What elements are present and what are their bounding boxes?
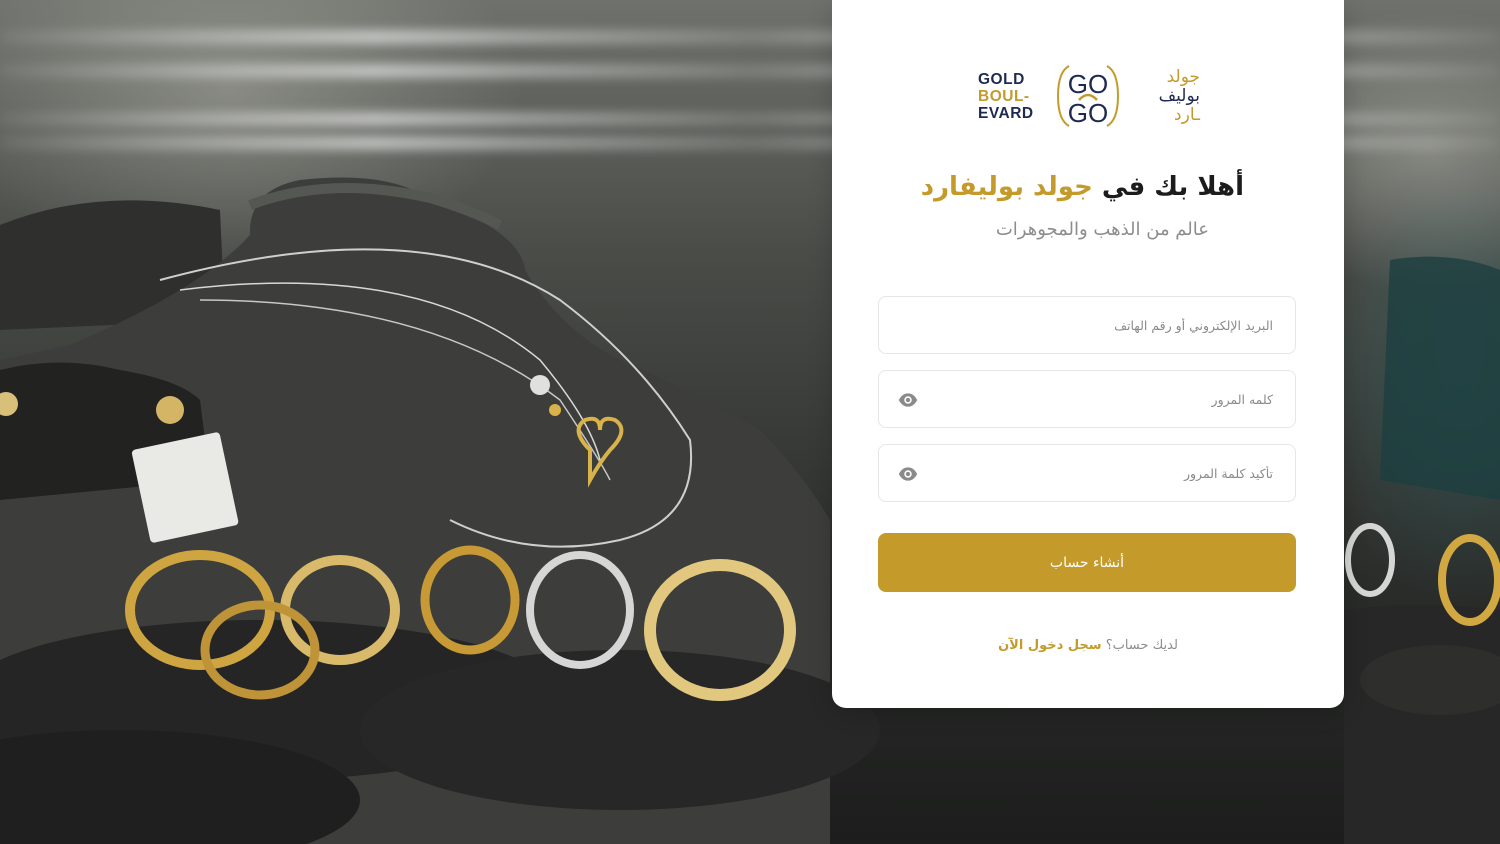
- brand-logo: GOLD BOUL- EVARD GO GO جولد بوليف ـارد: [978, 60, 1200, 132]
- login-now-link[interactable]: سجل دخول الآن: [998, 638, 1102, 653]
- welcome-prefix: أهلا بك في: [1092, 172, 1244, 202]
- logo-mark-icon: GO GO: [1056, 65, 1120, 128]
- show-password-eye-icon[interactable]: [897, 390, 919, 410]
- svg-text:GO: GO: [1068, 98, 1108, 128]
- logo-english-text: GOLD BOUL- EVARD: [978, 70, 1034, 122]
- email-phone-input[interactable]: [879, 297, 1295, 353]
- password-input[interactable]: [879, 371, 1295, 427]
- welcome-brand-name: جولد بوليفارد: [920, 172, 1093, 202]
- logo-arabic-text: جولد بوليف ـارد: [1158, 66, 1200, 125]
- signup-card: GOLD BOUL- EVARD GO GO جولد بوليف ـارد أ…: [832, 0, 1344, 708]
- confirm-password-input[interactable]: [879, 445, 1295, 501]
- welcome-heading: أهلا بك في جولد بوليفارد: [921, 172, 1244, 202]
- login-prompt: لديك حساب؟ سجل دخول الآن: [832, 638, 1344, 653]
- confirm-password-field-wrapper: [878, 444, 1296, 502]
- email-phone-field-wrapper: [878, 296, 1296, 354]
- welcome-subtitle: عالم من الذهب والمجوهرات: [995, 219, 1209, 240]
- password-field-wrapper: [878, 370, 1296, 428]
- create-account-button[interactable]: أنشاء حساب: [878, 533, 1296, 592]
- have-account-text: لديك حساب؟: [1101, 638, 1178, 653]
- show-confirm-password-eye-icon[interactable]: [897, 464, 919, 484]
- signup-page: GOLD BOUL- EVARD GO GO جولد بوليف ـارد أ…: [0, 0, 1500, 844]
